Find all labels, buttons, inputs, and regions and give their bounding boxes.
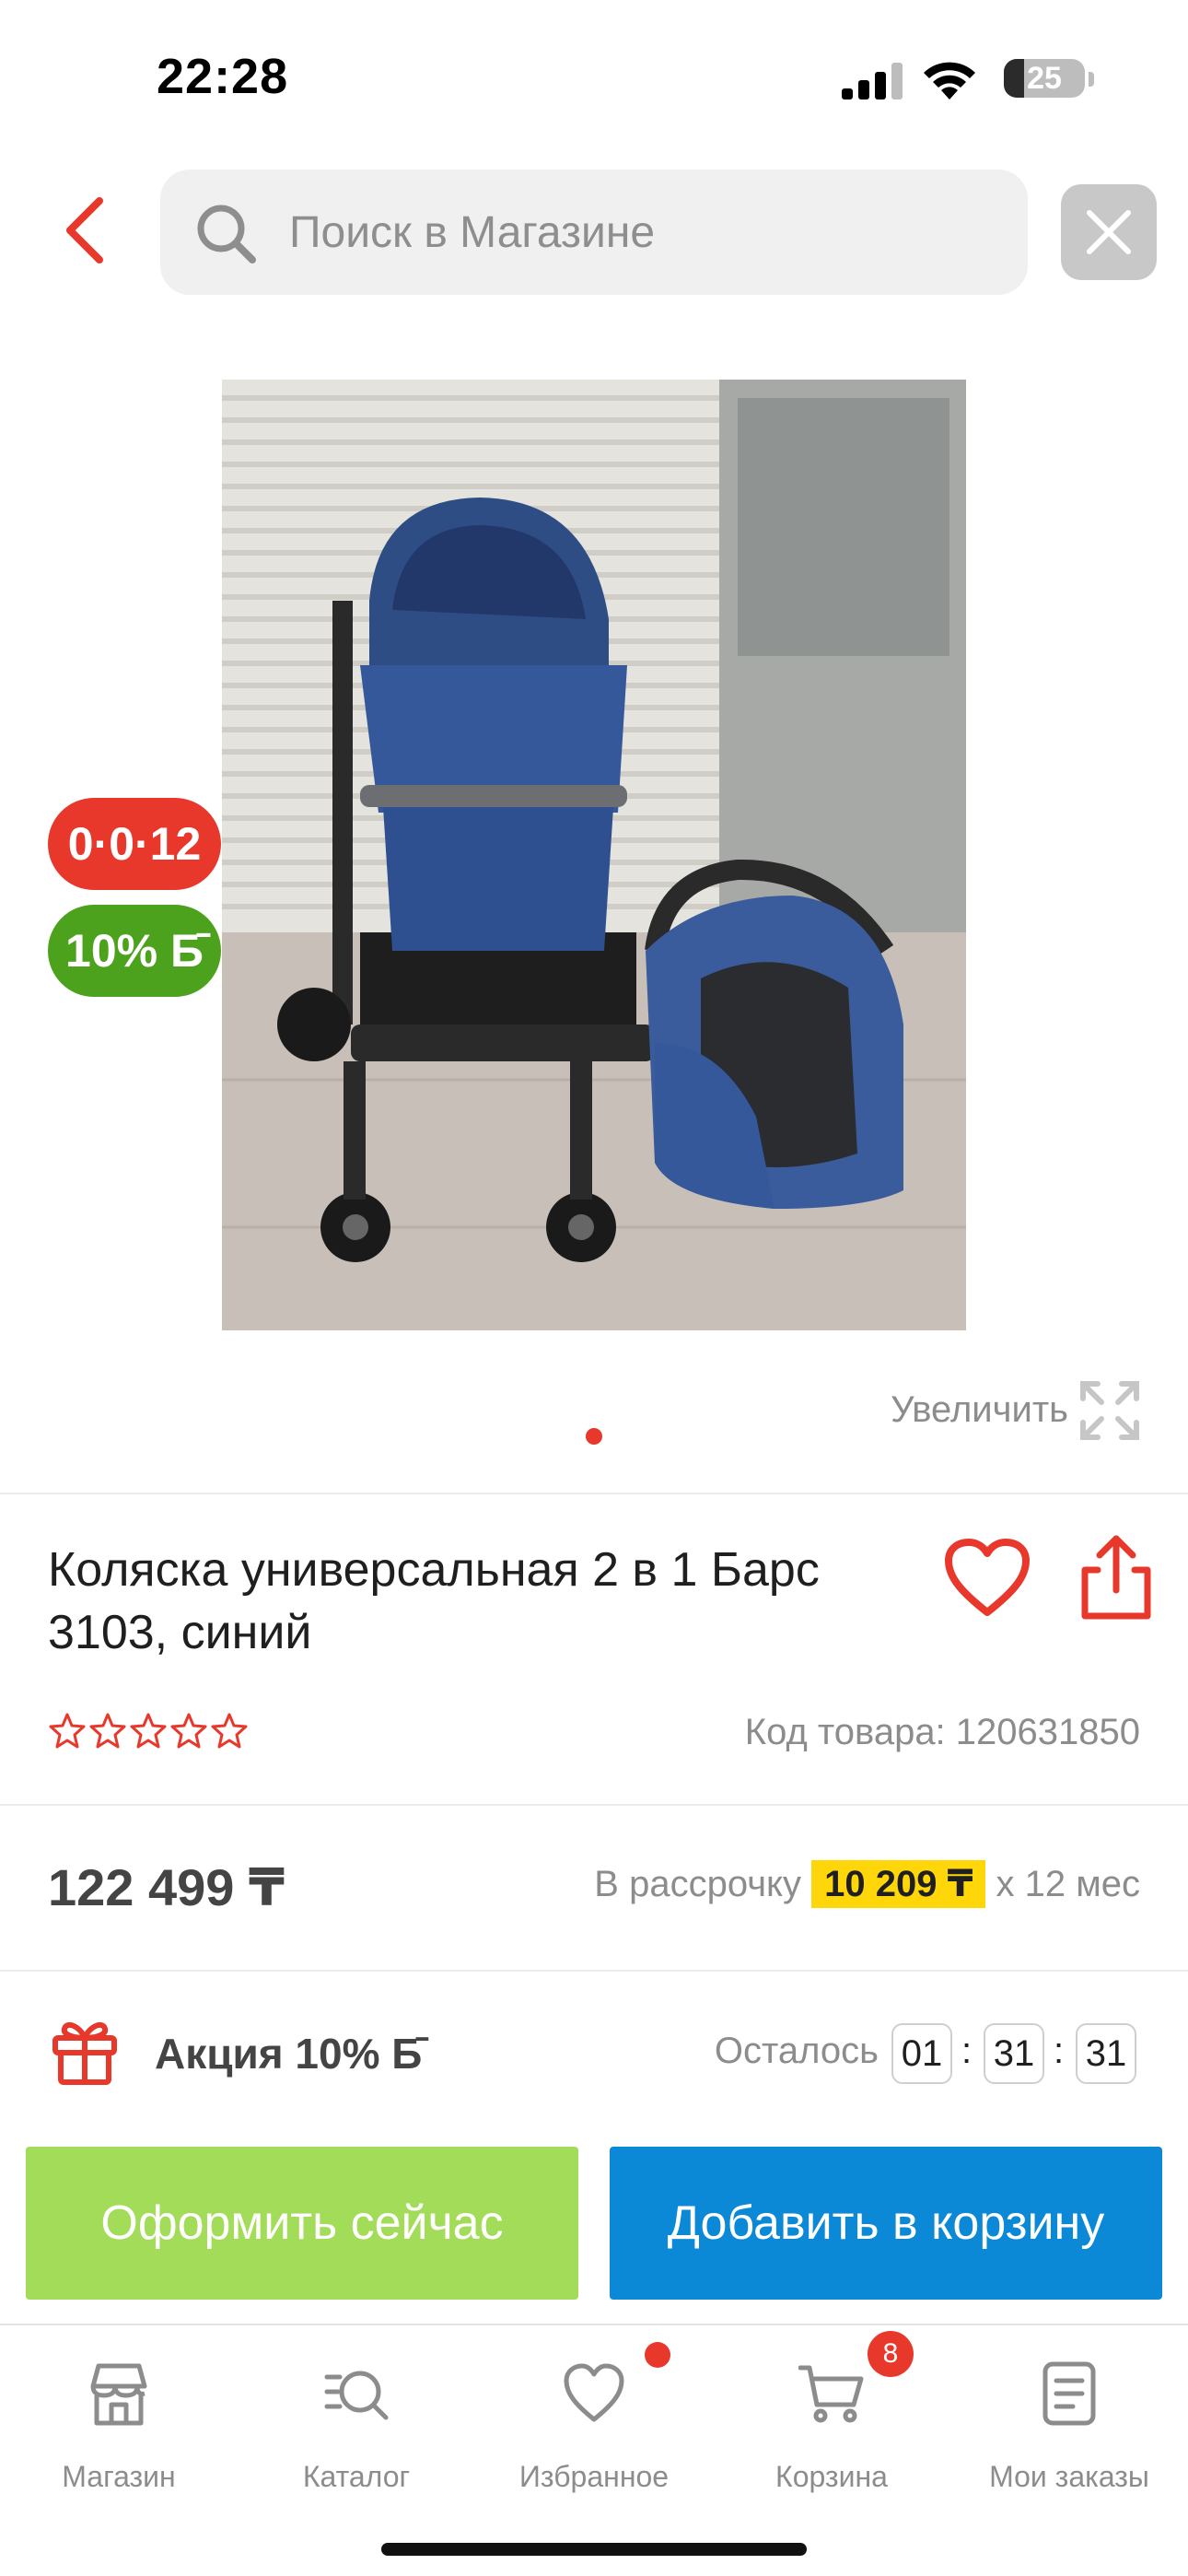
orders-icon [1042,2361,1096,2426]
countdown-label: Осталось [714,2031,879,2071]
wifi-icon [924,62,975,100]
cellular-signal-icon [842,63,903,100]
home-indicator [381,2543,807,2556]
installment-badge: 0·0·12 [48,798,221,890]
tab-label: Корзина [775,2460,888,2493]
tab-label: Избранное [518,2460,670,2493]
cart-icon [798,2365,864,2423]
battery-icon: 25 [1004,59,1085,98]
status-bar: 22:28 25 [0,0,1188,157]
battery-tip [1089,72,1094,87]
tab-favorites[interactable]: Избранное [475,2344,713,2510]
product-title: Коляска универсальная 2 в 1 Барс 3103, с… [48,1543,820,1659]
tab-orders[interactable]: Мои заказы [950,2344,1188,2510]
countdown-minutes: 31 [984,2023,1044,2084]
close-search-button[interactable] [1061,184,1157,280]
store-icon [90,2363,147,2426]
installment-prefix: В рассрочку [594,1864,801,1904]
tab-label: Магазин [62,2460,176,2493]
buy-now-button[interactable]: Оформить сейчас [26,2147,578,2300]
tab-label: Каталог [302,2460,411,2493]
star-icon [211,1713,248,1749]
tab-label: Мои заказы [989,2460,1149,2493]
heart-icon [945,1539,1030,1616]
divider [0,1493,1188,1494]
status-time: 22:28 [157,49,289,104]
search-icon [197,205,256,263]
countdown-separator: : [961,2031,973,2071]
countdown-separator: : [1054,2031,1065,2071]
rating-stars [48,1712,249,1751]
countdown-hours: 01 [891,2023,952,2084]
stroller-photo [222,380,966,1330]
expand-icon[interactable] [1079,1380,1140,1441]
favorites-notification-dot [645,2342,670,2368]
add-to-favorites-button[interactable] [943,1537,1031,1622]
zoom-label[interactable]: Увеличить [810,1389,1068,1431]
installment-amount: 10 209 ₸ [811,1860,986,1908]
search-bar[interactable] [160,170,1028,295]
star-icon [170,1713,207,1749]
gift-icon [52,2021,117,2085]
star-icon [89,1713,126,1749]
chevron-left-icon [66,197,103,263]
promo-label: Акция 10% Б̄ [155,2030,423,2078]
close-icon [1087,210,1131,254]
bonus-badge: 10% Б̄ [48,905,221,997]
star-icon [49,1713,86,1749]
star-icon [130,1713,167,1749]
tab-cart[interactable]: Корзина [713,2344,950,2510]
add-to-cart-button[interactable]: Добавить в корзину [610,2147,1162,2300]
tab-catalog[interactable]: Каталог [238,2344,475,2510]
catalog-search-icon [324,2371,389,2420]
bottom-tab-bar: Магазин Каталог Избранное Корзина Мои за… [0,2324,1188,2576]
product-sku: Код товара: 120631850 [744,1712,1140,1752]
cart-count-badge: 8 [868,2331,914,2377]
image-pager-dot[interactable] [586,1428,602,1445]
search-input[interactable] [289,170,1007,295]
back-button[interactable] [48,184,122,276]
tab-store[interactable]: Магазин [0,2344,238,2510]
installment-info[interactable]: В рассрочку 10 209 ₸ х 12 мес [497,1860,1140,1908]
share-icon [1081,1535,1151,1620]
product-image[interactable] [222,380,966,1330]
battery-percent: 25 [1027,61,1062,96]
heart-icon [564,2363,624,2422]
divider [0,1804,1188,1806]
installment-suffix: х 12 мес [996,1864,1140,1904]
divider [0,1970,1188,1972]
product-price: 122 499 ₸ [48,1858,285,1916]
share-button[interactable] [1077,1533,1155,1622]
countdown-seconds: 31 [1076,2023,1136,2084]
